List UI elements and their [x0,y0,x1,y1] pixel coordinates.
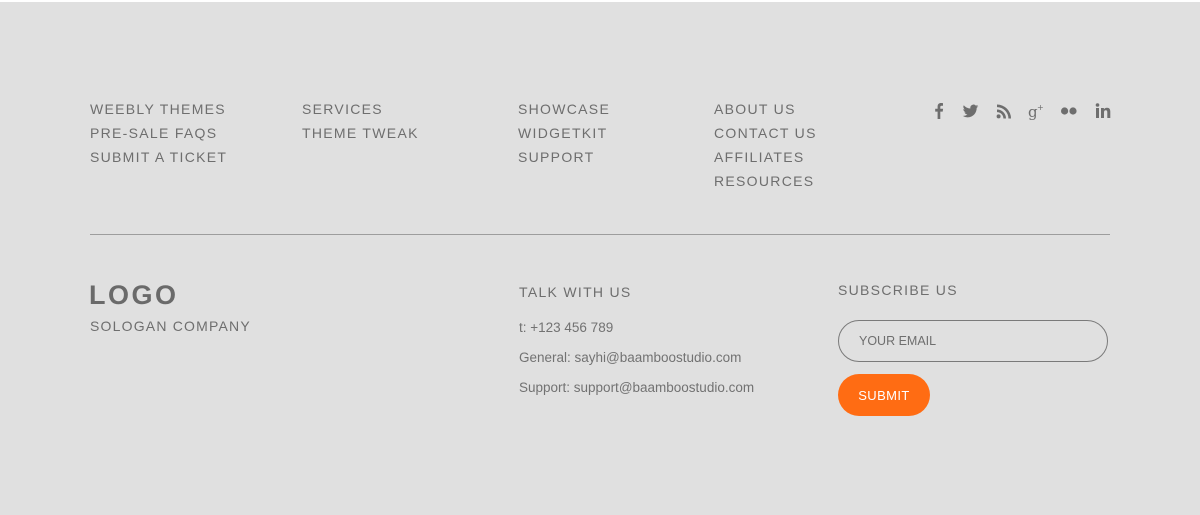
footer-nav-column-3: SHOWCASE WIDGETKIT SUPPORT [518,99,610,171]
submit-button[interactable]: SUBMIT [838,374,930,416]
talk-with-us-heading: TALK WITH US [519,284,632,300]
footer-link-services[interactable]: SERVICES [302,101,383,117]
twitter-icon[interactable] [962,102,980,120]
footer-nav-column-4: ABOUT US CONTACT US AFFILIATES RESOURCES [714,99,817,195]
footer-nav-column-2: SERVICES THEME TWEAK [302,99,419,147]
email-input[interactable] [838,320,1108,362]
footer-link-showcase[interactable]: SHOWCASE [518,101,610,117]
footer-link-theme-tweak[interactable]: THEME TWEAK [302,125,419,141]
google-plus-icon[interactable]: g + [1028,102,1044,120]
svg-text:+: + [1037,103,1044,112]
footer-link-pre-sale-faqs[interactable]: PRE-SALE FAQS [90,125,217,141]
rss-icon[interactable] [996,102,1012,120]
footer-link-resources[interactable]: RESOURCES [714,173,814,189]
footer-nav-column-1: WEEBLY THEMES PRE-SALE FAQS SUBMIT A TIC… [90,99,227,171]
footer-link-widgetkit[interactable]: WIDGETKIT [518,125,607,141]
subscribe-heading: SUBSCRIBE US [838,282,958,298]
footer-link-contact-us[interactable]: CONTACT US [714,125,817,141]
company-slogan: SOLOGAN COMPANY [90,318,251,334]
facebook-icon[interactable] [934,102,944,120]
contact-general-email: General: sayhi@baamboostudio.com [519,350,742,365]
footer-link-affiliates[interactable]: AFFILIATES [714,149,805,165]
contact-phone: t: +123 456 789 [519,320,614,335]
social-links: g + [930,102,1112,122]
site-footer: WEEBLY THEMES PRE-SALE FAQS SUBMIT A TIC… [0,2,1200,515]
footer-link-support[interactable]: SUPPORT [518,149,595,165]
footer-link-about-us[interactable]: ABOUT US [714,101,796,117]
footer-link-weebly-themes[interactable]: WEEBLY THEMES [90,101,226,117]
logo[interactable]: LOGO [89,280,179,311]
footer-link-submit-a-ticket[interactable]: SUBMIT A TICKET [90,149,227,165]
linkedin-icon[interactable] [1095,102,1111,120]
contact-support-email: Support: support@baamboostudio.com [519,380,755,395]
footer-divider [90,234,1110,235]
flickr-icon[interactable] [1060,102,1078,120]
